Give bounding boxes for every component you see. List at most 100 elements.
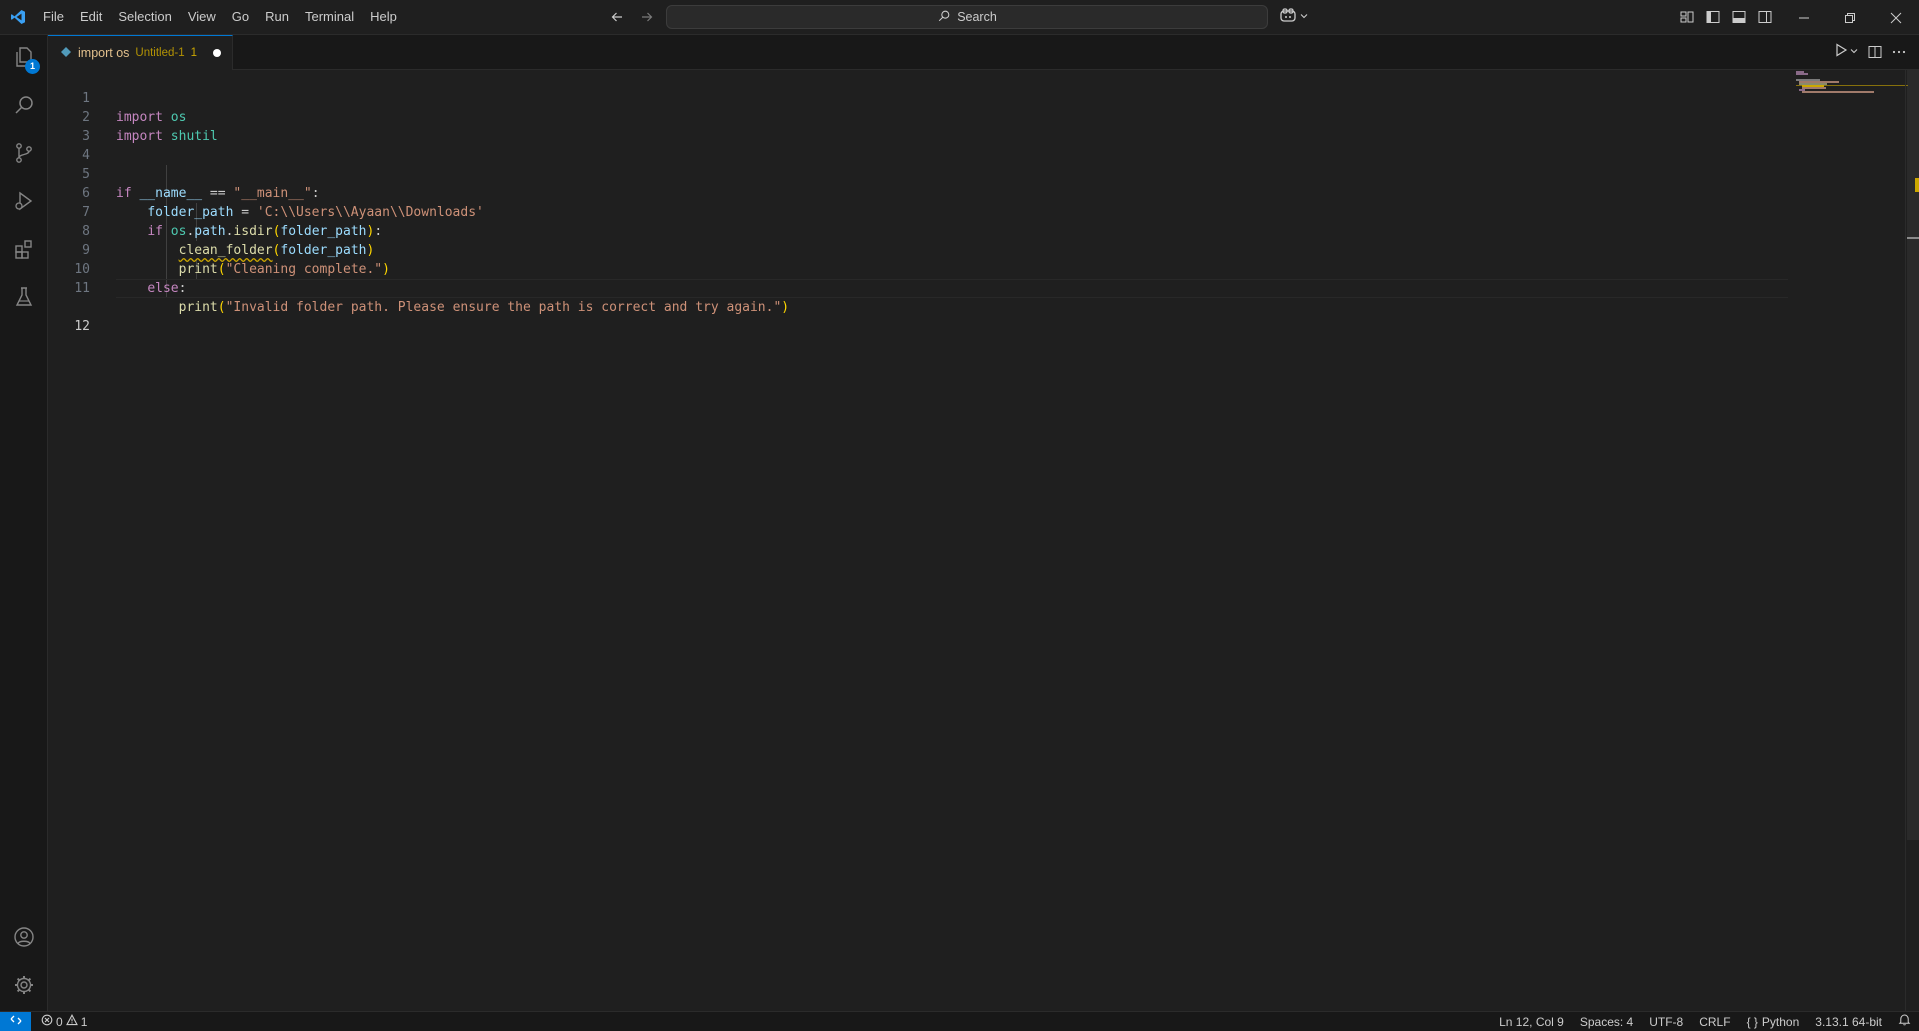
gear-icon [12,973,36,1001]
vertical-scrollbar[interactable] [1905,70,1919,1011]
code-line: 7 if os.path.isdir(folder_path): [48,184,1788,239]
minimap-line [1802,87,1826,89]
line-ending-setting[interactable]: CRLF [1691,1012,1738,1031]
code-line: 10 else: [48,241,1788,296]
toggle-primary-sidebar-icon[interactable] [1704,6,1722,28]
status-bar-right: Ln 12, Col 9 Spaces: 4 UTF-8 CRLF { } Py… [1491,1012,1919,1031]
editor-tab[interactable]: import os Untitled-1 1 [48,35,233,70]
copilot-button[interactable] [1279,6,1309,28]
tab-title: import os [78,46,130,60]
warning-count: 1 [80,1014,88,1029]
run-debug-icon [12,189,36,217]
menu-go[interactable]: Go [224,5,257,29]
editor-tab-bar: import os Untitled-1 1 [48,35,1919,70]
unsaved-dot-icon[interactable] [213,49,222,57]
minimap-line [1796,73,1808,75]
title-bar: File Edit Selection View Go Run Terminal… [0,0,1919,35]
error-count: 0 [56,1014,63,1029]
extensions-button[interactable] [0,227,48,275]
minimap-line [1802,91,1874,93]
minimap-warning-marker [1796,85,1908,86]
testing-button[interactable] [0,275,48,323]
source-control-icon [12,141,36,169]
line-content: print("Invalid folder path. Please ensur… [178,300,790,315]
code-line: 2 import shutil [48,89,1788,144]
activity-bar: 1 [0,35,48,1011]
customize-layout-icon[interactable] [1678,6,1696,28]
bell-icon [1898,1012,1911,1031]
status-bar: 0 1 Ln 12, Col 9 Spaces: 4 UTF-8 CRLF { … [0,1011,1919,1031]
close-icon[interactable] [1873,0,1919,35]
error-icon [41,1014,53,1029]
menu-edit[interactable]: Edit [72,5,110,29]
remote-icon [9,1013,23,1030]
encoding-setting[interactable]: UTF-8 [1641,1012,1691,1031]
line-number: 12 [74,319,90,334]
back-arrow-icon[interactable] [606,6,628,28]
accounts-button[interactable] [0,915,48,963]
menu-view[interactable]: View [180,5,224,29]
menu-bar: File Edit Selection View Go Run Terminal… [35,0,405,35]
window-controls [1781,0,1919,35]
warning-icon [65,1014,78,1029]
vscode-logo-icon [0,0,35,35]
tab-description: Untitled-1 [135,47,185,59]
chevron-down-icon [1299,10,1309,25]
navigation-controls [606,6,658,28]
more-actions-icon[interactable] [1891,41,1907,63]
code-line: 4 [48,127,1788,163]
indentation-setting[interactable]: Spaces: 4 [1572,1012,1641,1031]
code-line: 8 clean_folder(folder_path) [48,203,1788,258]
menu-terminal[interactable]: Terminal [297,5,362,29]
toggle-panel-icon[interactable] [1730,6,1748,28]
python-interpreter[interactable]: 3.13.1 64-bit [1807,1012,1890,1031]
extensions-icon [12,237,36,265]
editor-actions [1833,41,1907,63]
split-editor-icon[interactable] [1867,41,1883,63]
menu-file[interactable]: File [35,5,72,29]
manage-button[interactable] [0,963,48,1011]
tab-problem-count: 1 [190,47,198,59]
search-label: Search [957,10,997,24]
run-debug-button[interactable] [0,179,48,227]
language-label: Python [1761,1015,1800,1029]
code-line: 9 print("Cleaning complete.") [48,222,1788,277]
restore-icon[interactable] [1827,0,1873,35]
code-line: 5 if __name__ == "__main__": [48,146,1788,201]
code-line: 3 [48,108,1788,144]
menu-run[interactable]: Run [257,5,297,29]
toggle-secondary-sidebar-icon[interactable] [1756,6,1774,28]
menu-selection[interactable]: Selection [110,5,179,29]
remote-indicator[interactable] [0,1011,31,1031]
minimize-icon[interactable] [1781,0,1827,35]
code-line: 11 print("Invalid folder path. Please en… [48,260,1788,315]
code-editor[interactable]: 1 import os 2 import shutil 3 4 5 if __n… [48,70,1919,1011]
search-view-button[interactable] [0,83,48,131]
run-file-button[interactable] [1833,41,1859,63]
play-icon [1833,42,1849,62]
forward-arrow-icon[interactable] [636,6,658,28]
scrollbar-warning-marker [1915,178,1919,192]
code-line: 1 import os [48,70,1788,125]
source-control-button[interactable] [0,131,48,179]
code-line: 6 folder_path = 'C:\\Users\\Ayaan\\Downl… [48,165,1788,220]
language-mode[interactable]: { } Python [1739,1012,1808,1031]
command-center-search[interactable]: Search [666,5,1268,29]
chevron-down-icon[interactable] [1849,45,1859,60]
cursor-position[interactable]: Ln 12, Col 9 [1491,1012,1572,1031]
menu-help[interactable]: Help [362,5,405,29]
search-icon [12,93,36,121]
notifications-button[interactable] [1890,1012,1919,1031]
minimap[interactable] [1790,70,1908,1011]
explorer-badge: 1 [25,59,40,74]
explorer-button[interactable]: 1 [0,35,48,83]
copilot-icon [1279,7,1297,27]
scrollbar-cursor-marker [1907,237,1919,239]
code-line-active: 12 [48,279,1788,334]
braces-icon: { } [1746,1015,1758,1029]
problems-indicator[interactable]: 0 1 [31,1014,87,1029]
beaker-icon [12,285,36,313]
search-icon [937,9,951,26]
current-line-highlight [116,279,1788,298]
python-file-icon [60,46,72,61]
